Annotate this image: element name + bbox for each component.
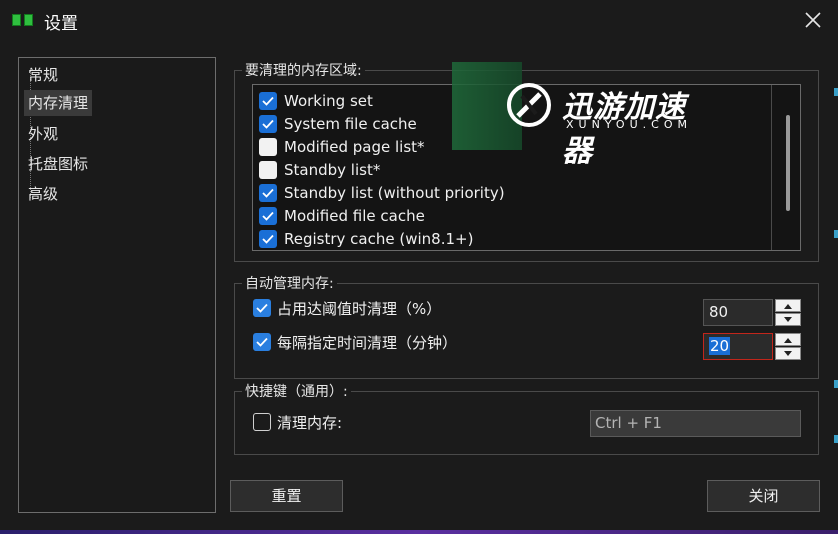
- interval-value-selected: 20: [709, 337, 731, 355]
- interval-checkbox[interactable]: [253, 333, 271, 351]
- interval-label: 每隔指定时间清理（分钟）: [277, 334, 458, 352]
- checkbox-unchecked[interactable]: [259, 161, 277, 179]
- interval-up-button[interactable]: [775, 333, 801, 346]
- checkmark-icon: [262, 211, 274, 221]
- checkmark-icon: [262, 119, 274, 129]
- threshold-down-button[interactable]: [775, 313, 801, 326]
- checkbox-unchecked[interactable]: [259, 138, 277, 156]
- list-item-label: Working set: [284, 92, 373, 110]
- close-window-button[interactable]: [800, 8, 826, 32]
- list-item-label: Modified page list*: [284, 138, 425, 156]
- close-icon: [805, 12, 821, 28]
- checkmark-icon: [262, 234, 274, 244]
- title-bar: 设置: [0, 0, 838, 40]
- reset-button[interactable]: 重置: [230, 480, 343, 512]
- list-item-label: Standby list (without priority): [284, 184, 505, 202]
- checkbox-checked[interactable]: [259, 207, 277, 225]
- list-item-label: Standby list*: [284, 161, 381, 179]
- checkmark-icon: [256, 303, 268, 313]
- arrow-up-icon: [784, 304, 792, 309]
- window-title: 设置: [44, 14, 78, 34]
- scrollbar-thumb[interactable]: [786, 115, 790, 211]
- list-item-label: System file cache: [284, 115, 417, 133]
- background-window-strip: [0, 530, 838, 534]
- list-item-label: Registry cache (win8.1+): [284, 230, 474, 248]
- checkbox-checked[interactable]: [259, 184, 277, 202]
- app-memory-icon: [12, 12, 34, 28]
- hotkey-title: 快捷键（通用）:: [242, 381, 351, 401]
- threshold-checkbox[interactable]: [253, 299, 271, 317]
- checkmark-icon: [262, 188, 274, 198]
- auto-manage-title: 自动管理内存:: [242, 273, 337, 293]
- background-window-edge: [834, 80, 838, 500]
- threshold-label: 占用达阈值时清理（%）: [277, 300, 442, 318]
- checkbox-checked[interactable]: [259, 115, 277, 133]
- arrow-down-icon: [784, 351, 792, 356]
- memory-areas-title: 要清理的内存区域:: [242, 60, 365, 80]
- hotkey-clean-label: 清理内存:: [277, 414, 343, 432]
- threshold-input[interactable]: 80: [703, 299, 773, 326]
- nav-item-tray-icon[interactable]: 托盘图标: [24, 151, 92, 177]
- nav-item-advanced[interactable]: 高级: [24, 181, 62, 207]
- arrow-down-icon: [784, 317, 792, 322]
- nav-item-general[interactable]: 常规: [24, 62, 62, 88]
- checkbox-checked[interactable]: [259, 92, 277, 110]
- nav-item-memory-clean[interactable]: 内存清理: [24, 90, 93, 116]
- hotkey-checkbox[interactable]: [253, 413, 271, 431]
- arrow-up-icon: [784, 338, 792, 343]
- scrollbar-track: [771, 85, 772, 250]
- threshold-up-button[interactable]: [775, 299, 801, 312]
- list-item-label: Modified file cache: [284, 207, 425, 225]
- hotkey-input[interactable]: Ctrl + F1: [590, 410, 801, 437]
- close-button[interactable]: 关闭: [707, 480, 820, 512]
- interval-input[interactable]: 20: [703, 333, 773, 360]
- nav-item-appearance[interactable]: 外观: [24, 121, 62, 147]
- interval-down-button[interactable]: [775, 347, 801, 360]
- checkmark-icon: [256, 337, 268, 347]
- checkbox-checked[interactable]: [259, 230, 277, 248]
- memory-areas-list[interactable]: Working set System file cache Modified p…: [252, 84, 801, 251]
- checkmark-icon: [262, 96, 274, 106]
